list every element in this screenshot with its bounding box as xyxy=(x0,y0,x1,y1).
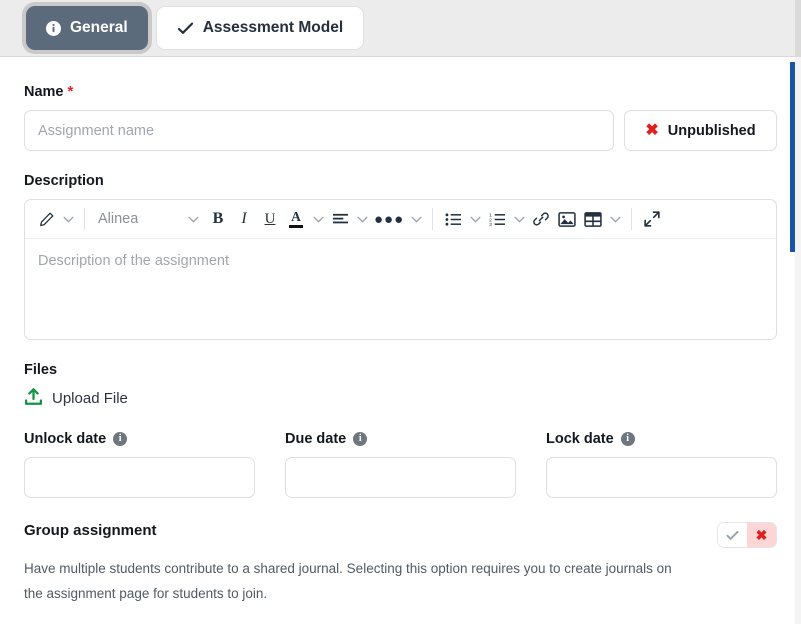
info-icon[interactable]: i xyxy=(620,432,635,446)
description-label-text: Description xyxy=(24,173,104,189)
pencil-icon[interactable] xyxy=(33,204,59,234)
unlock-date-label-text: Unlock date xyxy=(24,431,107,447)
due-date-label: Due date i xyxy=(285,431,516,447)
text-color-caret-icon[interactable] xyxy=(309,204,327,234)
tab-general[interactable]: General xyxy=(26,6,148,50)
info-circle-icon xyxy=(46,20,61,36)
toolbar-divider-3 xyxy=(631,208,633,230)
numbered-list-icon[interactable]: 1 2 3 xyxy=(484,204,510,234)
name-row: ✖ Unpublished xyxy=(24,110,777,151)
tab-assessment-model[interactable]: Assessment Model xyxy=(155,6,365,50)
group-assignment-toggle[interactable]: ✖ xyxy=(717,522,777,548)
bullet-list-caret-icon[interactable] xyxy=(466,204,484,234)
pencil-dropdown-caret-icon[interactable] xyxy=(59,204,77,234)
ellipsis-icon[interactable]: ●●● xyxy=(371,204,407,234)
lock-date-label-text: Lock date xyxy=(546,431,614,447)
unlock-date-field: Unlock date i xyxy=(24,431,255,498)
x-icon: ✖ xyxy=(645,121,659,139)
form-content: Name * ✖ Unpublished Description Alinea xyxy=(0,57,801,607)
chevron-down-icon xyxy=(188,211,199,227)
publish-status-button[interactable]: ✖ Unpublished xyxy=(624,110,777,151)
outer-scrollbar-thumb[interactable] xyxy=(795,0,801,57)
tab-assessment-model-label: Assessment Model xyxy=(202,19,344,36)
rich-text-editor: Alinea B I U A ●●● 1 2 3 Description of … xyxy=(24,199,777,340)
more-caret-icon[interactable] xyxy=(407,204,425,234)
toolbar-divider-2 xyxy=(432,208,434,230)
group-assignment-no-option[interactable]: ✖ xyxy=(747,523,776,547)
bold-button[interactable]: B xyxy=(205,204,231,234)
due-date-label-text: Due date xyxy=(285,431,347,447)
group-assignment-header: Group assignment ✖ xyxy=(24,522,777,548)
tab-bar: General Assessment Model xyxy=(0,0,801,57)
publish-status-label: Unpublished xyxy=(667,122,756,139)
info-icon[interactable]: i xyxy=(113,432,128,446)
description-label: Description xyxy=(24,173,777,189)
group-assignment-title: Group assignment xyxy=(24,522,157,539)
link-icon[interactable] xyxy=(528,204,554,234)
x-icon: ✖ xyxy=(755,526,768,543)
info-icon[interactable]: i xyxy=(353,432,368,446)
due-date-input[interactable] xyxy=(285,457,516,498)
required-asterisk: * xyxy=(67,83,74,100)
group-assignment-description: Have multiple students contribute to a s… xyxy=(24,561,672,601)
tab-general-label: General xyxy=(70,19,128,36)
check-icon xyxy=(177,21,194,36)
toolbar-divider xyxy=(84,208,85,230)
text-color-swatch xyxy=(289,224,303,228)
text-color-letter: A xyxy=(291,209,301,225)
italic-button[interactable]: I xyxy=(231,204,257,234)
text-color-button[interactable]: A xyxy=(283,204,309,234)
outer-scrollbar-track[interactable] xyxy=(795,0,801,624)
align-left-icon[interactable] xyxy=(327,204,353,234)
lock-date-label: Lock date i xyxy=(546,431,777,447)
table-caret-icon[interactable] xyxy=(606,204,624,234)
svg-text:3: 3 xyxy=(489,222,492,227)
due-date-field: Due date i xyxy=(285,431,516,498)
underline-button[interactable]: U xyxy=(257,204,283,234)
fullscreen-icon[interactable] xyxy=(639,204,665,234)
upload-file-label: Upload File xyxy=(52,390,128,407)
upload-icon xyxy=(24,388,43,409)
unlock-date-label: Unlock date i xyxy=(24,431,255,447)
lock-date-input[interactable] xyxy=(546,457,777,498)
editor-toolbar: Alinea B I U A ●●● 1 2 3 xyxy=(25,200,776,239)
numbered-list-caret-icon[interactable] xyxy=(510,204,528,234)
table-icon[interactable] xyxy=(580,204,606,234)
name-label: Name * xyxy=(24,83,777,100)
image-icon[interactable] xyxy=(554,204,580,234)
dates-row: Unlock date i Due date i Lock date i xyxy=(24,431,777,498)
font-family-select[interactable]: Alinea xyxy=(92,204,205,234)
lock-date-field: Lock date i xyxy=(546,431,777,498)
font-family-value: Alinea xyxy=(98,211,139,227)
upload-file-button[interactable]: Upload File xyxy=(24,388,777,409)
page-scrollbar-thumb[interactable] xyxy=(790,62,795,252)
align-caret-icon[interactable] xyxy=(353,204,371,234)
group-assignment-yes-option[interactable] xyxy=(718,523,747,547)
unlock-date-input[interactable] xyxy=(24,457,255,498)
description-editor-body[interactable]: Description of the assignment xyxy=(25,239,776,339)
assignment-name-input[interactable] xyxy=(24,110,614,151)
files-label: Files xyxy=(24,362,58,378)
name-label-text: Name xyxy=(24,83,64,100)
bullet-list-icon[interactable] xyxy=(440,204,466,234)
